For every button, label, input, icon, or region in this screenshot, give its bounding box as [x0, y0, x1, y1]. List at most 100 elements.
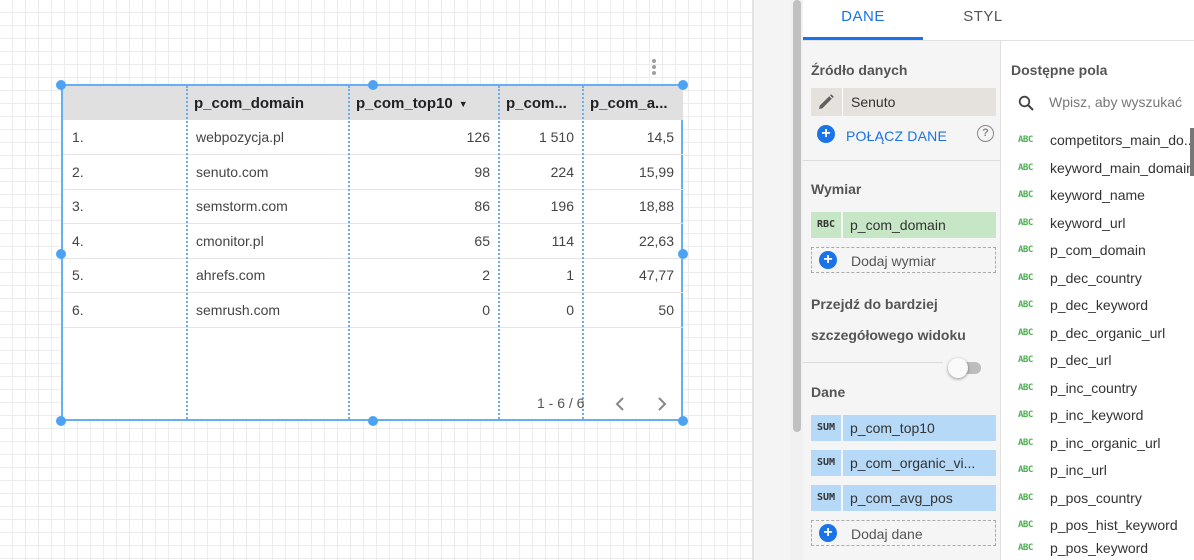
field-search-input[interactable]: [1049, 91, 1194, 113]
pagination-label: 1 - 6 / 6: [537, 395, 585, 411]
field-name: keyword_name: [1050, 187, 1145, 203]
field-item[interactable]: ABC p_dec_url: [1002, 348, 1194, 372]
metric-chip[interactable]: SUM p_com_organic_vi...: [811, 450, 996, 476]
metric-chip[interactable]: SUM p_com_avg_pos: [811, 485, 996, 511]
add-circle-icon: +: [819, 251, 837, 269]
field-item[interactable]: ABC p_pos_keyword: [1002, 536, 1194, 560]
text-type-icon: ABC: [1018, 465, 1033, 475]
cell-avg-pos: 22,63: [583, 223, 683, 259]
header-p-com-organic[interactable]: p_com...: [499, 86, 583, 120]
field-item[interactable]: ABC competitors_main_do...: [1002, 128, 1194, 152]
text-type-icon: ABC: [1018, 217, 1033, 228]
field-item[interactable]: ABC p_inc_keyword: [1002, 403, 1194, 427]
resize-handle-top[interactable]: [368, 80, 378, 90]
dimension-chip[interactable]: RBC p_com_domain: [811, 212, 996, 238]
field-item[interactable]: ABC p_inc_country: [1002, 376, 1194, 400]
text-type-icon: ABC: [1018, 300, 1033, 310]
text-type-icon: ABC: [1018, 245, 1033, 255]
cell-organic: 1 510: [499, 120, 583, 155]
cell-organic: 224: [499, 154, 583, 190]
text-type-icon: ABC: [1018, 410, 1033, 420]
pencil-icon[interactable]: [817, 93, 835, 111]
text-type-icon: ABC: [1018, 162, 1033, 173]
chevron-left-icon: [615, 397, 624, 411]
section-divider: [803, 362, 943, 363]
table-chart[interactable]: p_com_domain p_com_top10 ▼ p_com... p_com…: [61, 84, 683, 421]
tab-styl[interactable]: STYL: [923, 0, 1043, 40]
chevron-right-icon: [658, 397, 667, 411]
field-item[interactable]: ABC keyword_name: [1002, 183, 1194, 207]
metric-agg-tag: SUM: [811, 415, 841, 441]
field-name: p_dec_url: [1050, 352, 1112, 368]
prev-page-button[interactable]: [611, 394, 629, 414]
add-dimension-button[interactable]: + Dodaj wymiar: [811, 247, 996, 273]
column-divider[interactable]: [348, 86, 350, 419]
field-name: p_inc_organic_url: [1050, 434, 1161, 451]
field-item[interactable]: ABC p_inc_url: [1002, 458, 1194, 482]
table-row: 5. ahrefs.com 2 1 47,77: [63, 258, 683, 293]
cell-avg-pos: 18,88: [583, 189, 683, 224]
column-divider[interactable]: [498, 86, 500, 419]
tab-dane[interactable]: DANE: [803, 0, 923, 40]
field-name: p_dec_organic_url: [1050, 324, 1166, 341]
help-icon[interactable]: ?: [977, 125, 994, 142]
header-p-com-domain[interactable]: p_com_domain: [187, 86, 349, 120]
field-name: keyword_main_domain: [1050, 159, 1192, 176]
resize-handle-bottom-right[interactable]: [678, 416, 688, 426]
next-page-button[interactable]: [653, 394, 671, 414]
search-icon: [1018, 95, 1034, 111]
data-source-name: Senuto: [851, 94, 896, 110]
cell-domain: semrush.com: [187, 292, 349, 328]
resize-handle-bottom[interactable]: [368, 416, 378, 426]
dimension-field-name: p_com_domain: [843, 212, 996, 238]
cell-avg-pos: 15,99: [583, 154, 683, 190]
drill-down-label: Przejdź do bardziej: [811, 296, 938, 312]
table-row: 4. cmonitor.pl 65 114 22,63: [63, 223, 683, 259]
cell-top10: 65: [349, 223, 499, 259]
metric-agg-tag: SUM: [811, 485, 841, 511]
sort-desc-icon[interactable]: ▼: [459, 99, 468, 109]
field-name: p_dec_country: [1050, 269, 1142, 286]
table-row: 3. semstorm.com 86 196 18,88: [63, 189, 683, 224]
field-item[interactable]: ABC p_com_domain: [1002, 238, 1194, 262]
add-circle-icon[interactable]: +: [817, 125, 835, 143]
cell-domain: webpozycja.pl: [187, 120, 349, 155]
text-type-icon: ABC: [1018, 437, 1033, 448]
column-divider[interactable]: [186, 86, 188, 419]
cell-domain: senuto.com: [187, 154, 349, 190]
field-item[interactable]: ABC p_dec_keyword: [1002, 293, 1194, 317]
field-item[interactable]: ABC p_dec_country: [1002, 266, 1194, 290]
field-item[interactable]: ABC p_pos_hist_keyword: [1002, 513, 1194, 537]
canvas-scrollbar-thumb[interactable]: [793, 0, 801, 432]
metric-chip[interactable]: SUM p_com_top10: [811, 415, 996, 441]
drill-down-toggle-knob[interactable]: [948, 358, 968, 378]
resize-handle-top-right[interactable]: [678, 80, 688, 90]
field-item[interactable]: ABC keyword_main_domain: [1002, 156, 1194, 180]
metric-agg-tag: SUM: [811, 450, 841, 476]
panel-tabs: DANE STYL: [803, 0, 1194, 41]
connect-data-link[interactable]: POŁĄCZ DANE: [846, 128, 947, 144]
field-item[interactable]: ABC p_dec_organic_url: [1002, 321, 1194, 345]
header-p-com-top10[interactable]: p_com_top10 ▼: [349, 86, 499, 120]
field-name: p_dec_keyword: [1050, 297, 1149, 313]
resize-handle-left[interactable]: [56, 249, 66, 259]
fields-scrollbar-thumb[interactable]: [1190, 128, 1194, 176]
add-metric-button[interactable]: + Dodaj dane: [811, 520, 996, 546]
field-item[interactable]: ABC p_pos_country: [1002, 486, 1194, 510]
field-item[interactable]: ABC keyword_url: [1002, 211, 1194, 235]
canvas-gutter: [754, 0, 790, 560]
column-divider[interactable]: [582, 86, 584, 419]
field-name: p_pos_keyword: [1050, 540, 1149, 556]
field-name: p_com_domain: [1050, 242, 1146, 258]
text-type-icon: ABC: [1018, 355, 1033, 365]
chart-more-options-icon[interactable]: [651, 59, 657, 77]
cell-domain: ahrefs.com: [187, 258, 349, 293]
cell-domain: cmonitor.pl: [187, 223, 349, 259]
resize-handle-right[interactable]: [678, 249, 688, 259]
resize-handle-top-left[interactable]: [56, 80, 66, 90]
data-source-chip[interactable]: Senuto: [811, 88, 996, 116]
resize-handle-bottom-left[interactable]: [56, 416, 66, 426]
field-item[interactable]: ABC p_inc_organic_url: [1002, 431, 1194, 455]
text-type-icon: ABC: [1018, 520, 1033, 530]
header-p-com-avg[interactable]: p_com_a...: [583, 86, 683, 120]
